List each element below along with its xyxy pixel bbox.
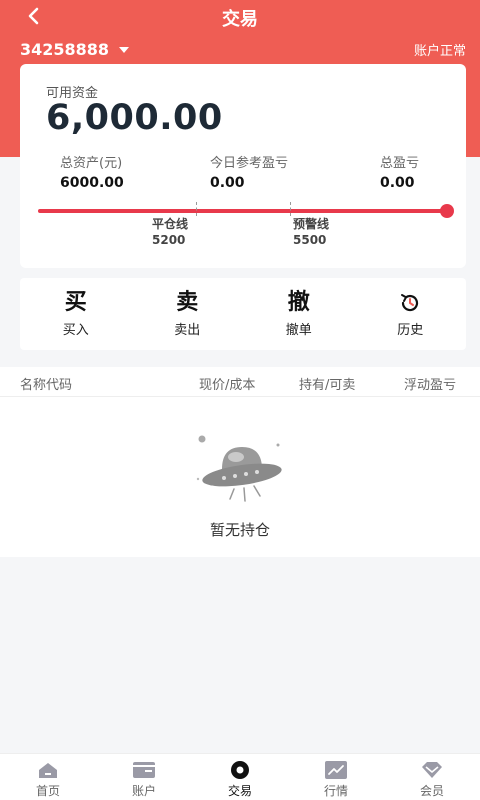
history-button[interactable]: 历史 — [355, 278, 467, 350]
warning-line-marker — [290, 202, 291, 216]
nav-bar: 交易 — [0, 0, 480, 32]
cancel-order-button[interactable]: 撤 撤单 — [243, 278, 355, 350]
history-icon — [398, 291, 422, 317]
marker-label: 预警线 — [293, 217, 330, 231]
empty-state: 暂无持仓 — [0, 397, 480, 557]
action-bar: 买 买入 卖 卖出 撤 撤单 历史 — [20, 278, 466, 350]
tab-label: 首页 — [35, 784, 60, 798]
home-icon — [39, 763, 57, 778]
buy-icon: 买 — [64, 289, 87, 315]
tab-label: 会员 — [419, 784, 444, 798]
cancel-order-icon: 撤 — [287, 289, 310, 315]
tab-market[interactable]: 行情 — [288, 754, 384, 800]
chart-icon — [325, 761, 347, 779]
column-header-holding: 持有/可卖 — [299, 378, 356, 393]
diamond-icon — [422, 762, 442, 778]
liquidation-line-label: 平仓线 5200 — [152, 216, 188, 248]
marker-label: 平仓线 — [152, 217, 189, 231]
sell-icon: 卖 — [176, 289, 199, 315]
account-selector[interactable]: 34258888 — [20, 40, 130, 59]
page-title: 交易 — [222, 9, 258, 30]
funds-card: 可用资金 6,000.00 总资产(元) 6000.00 今日参考盈亏 0.00… — [20, 64, 466, 268]
wallet-icon — [133, 762, 155, 778]
stat-label: 总盈亏 — [380, 156, 420, 171]
buy-label: 买入 — [62, 322, 89, 338]
stat-today-pnl: 今日参考盈亏 0.00 — [210, 152, 288, 191]
risk-progress-bar — [38, 209, 450, 213]
stat-value: 0.00 — [380, 175, 415, 191]
stat-value: 0.00 — [210, 175, 245, 191]
tab-label: 交易 — [227, 784, 252, 798]
history-label: 历史 — [397, 322, 424, 338]
column-header-price: 现价/成本 — [199, 378, 256, 393]
sell-button[interactable]: 卖 卖出 — [132, 278, 244, 350]
positions-table-header: 名称代码 现价/成本 持有/可卖 浮动盈亏 — [0, 367, 480, 397]
available-funds-value: 6,000.00 — [46, 98, 223, 138]
cancel-order-label: 撤单 — [285, 322, 312, 338]
tab-label: 行情 — [323, 784, 348, 798]
stat-label: 总资产(元) — [60, 156, 123, 171]
tab-label: 账户 — [131, 784, 156, 798]
empty-state-text: 暂无持仓 — [209, 521, 270, 539]
tab-home[interactable]: 首页 — [0, 754, 96, 800]
ufo-icon — [196, 435, 282, 502]
stat-total-pnl: 总盈亏 0.00 — [380, 152, 419, 191]
column-header-name: 名称代码 — [20, 378, 73, 393]
tab-member[interactable]: 会员 — [384, 754, 480, 800]
sell-label: 卖出 — [174, 322, 201, 338]
caret-down-icon — [119, 46, 130, 53]
column-header-pnl: 浮动盈亏 — [404, 378, 457, 393]
bottom-tab-bar: 首页 账户 交易 行情 会员 — [0, 753, 480, 800]
stat-value: 6000.00 — [60, 175, 124, 191]
risk-progress-knob — [440, 204, 454, 218]
stat-label: 今日参考盈亏 — [210, 156, 289, 171]
account-status: 账户正常 — [413, 44, 466, 59]
trade-icon — [231, 761, 249, 779]
warning-line-label: 预警线 5500 — [293, 216, 329, 248]
marker-value: 5500 — [293, 233, 327, 247]
stat-total-assets: 总资产(元) 6000.00 — [60, 152, 124, 191]
tab-trade[interactable]: 交易 — [192, 754, 288, 800]
liquidation-line-marker — [196, 202, 197, 216]
account-number: 34258888 — [20, 40, 110, 59]
buy-button[interactable]: 买 买入 — [20, 278, 132, 350]
tab-account[interactable]: 账户 — [96, 754, 192, 800]
marker-value: 5200 — [152, 233, 186, 247]
